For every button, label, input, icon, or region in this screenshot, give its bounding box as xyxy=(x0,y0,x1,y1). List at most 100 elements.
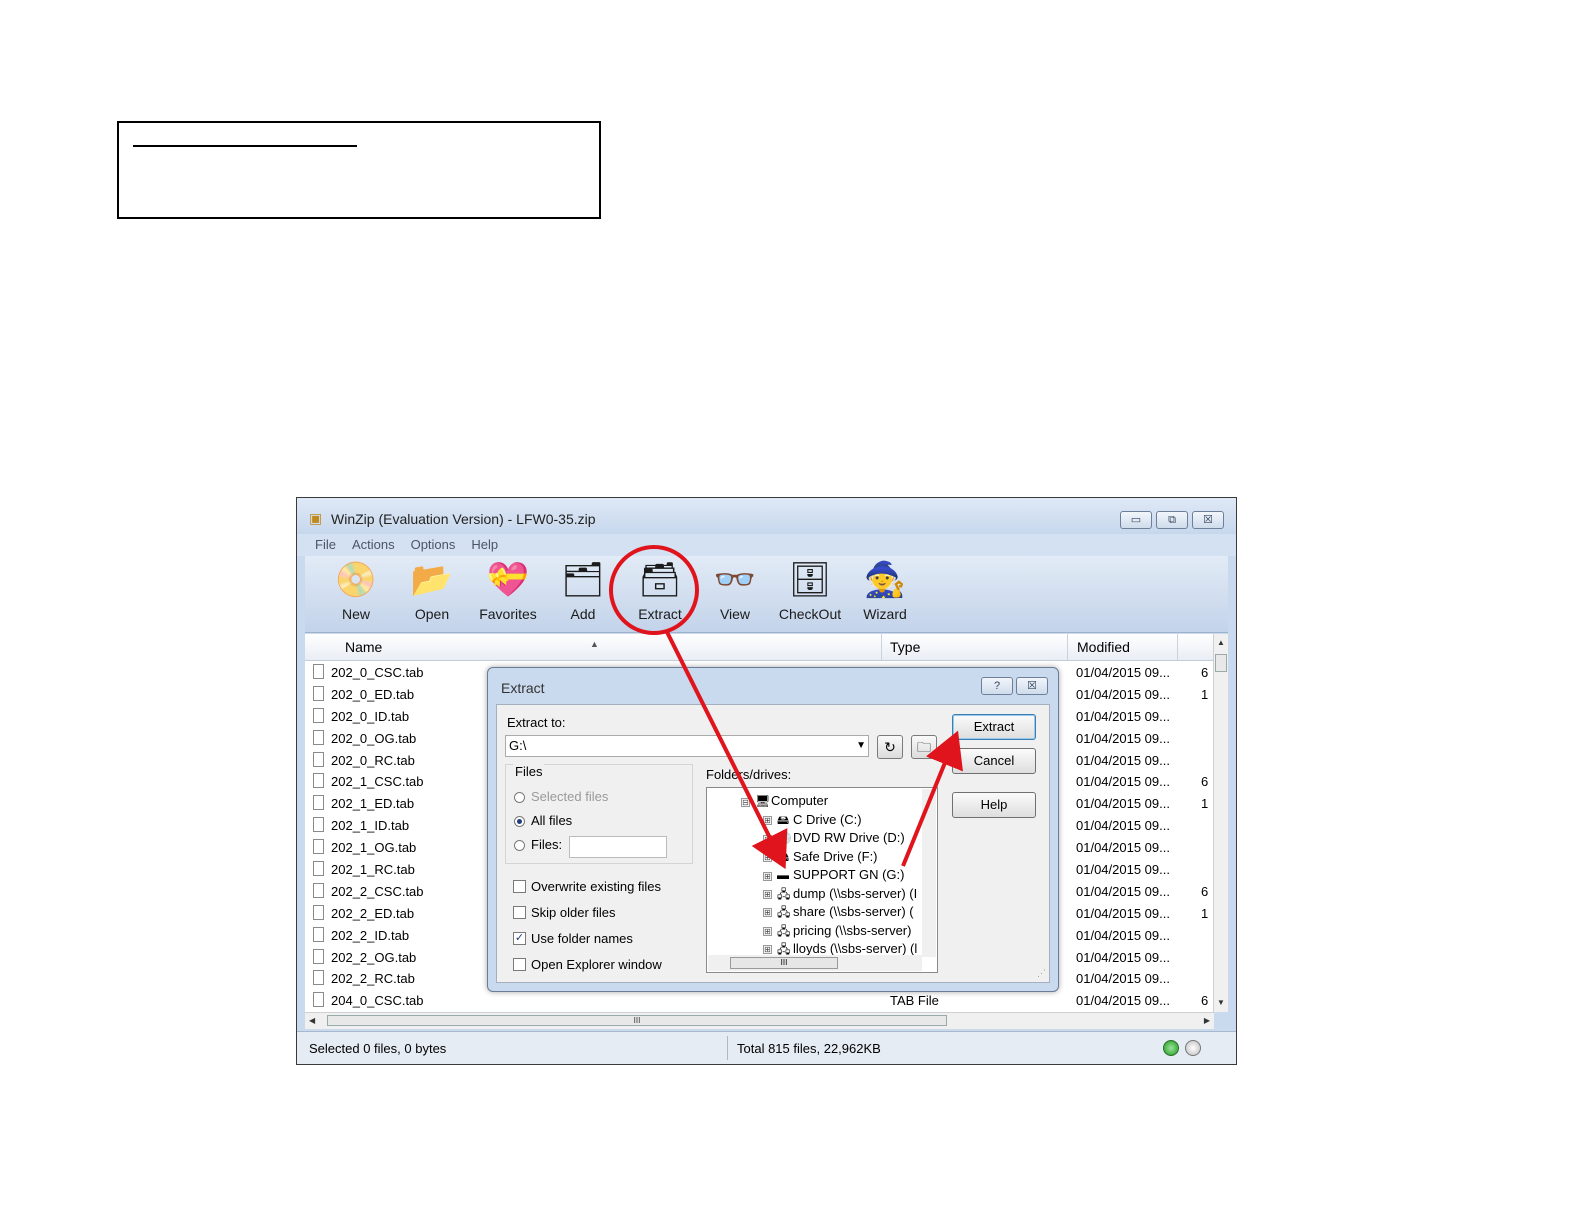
skip-older-label[interactable]: Skip older files xyxy=(531,905,616,920)
column-modified[interactable]: Modified xyxy=(1077,639,1130,655)
column-header: Name ▲ Type Modified xyxy=(305,634,1214,661)
column-type[interactable]: Type xyxy=(890,639,920,655)
open-archive-icon: 📂 xyxy=(410,561,454,599)
new-folder-button[interactable]: 🗀 xyxy=(911,735,937,759)
column-name[interactable]: Name xyxy=(345,639,382,655)
help-button[interactable]: Help xyxy=(952,792,1036,818)
tree-expander-icon[interactable]: ⊞ xyxy=(763,834,772,844)
tree-item-label: SUPPORT GN (G:) xyxy=(793,866,905,882)
extract-button[interactable]: Extract xyxy=(952,714,1036,740)
overwrite-label[interactable]: Overwrite existing files xyxy=(531,879,661,894)
all-files-radio[interactable] xyxy=(514,816,525,827)
all-files-label[interactable]: All files xyxy=(531,813,572,828)
file-icon xyxy=(313,926,324,942)
extract-path-value: G:\ xyxy=(509,738,527,753)
menu-file[interactable]: File xyxy=(315,534,336,556)
refresh-folder-button[interactable]: ↻ xyxy=(877,735,903,759)
menu-options[interactable]: Options xyxy=(411,534,456,556)
scroll-left-icon[interactable]: ◀ xyxy=(309,1013,315,1029)
file-icon xyxy=(313,948,324,964)
file-modified: 01/04/2015 09... xyxy=(1076,949,1170,965)
file-modified: 01/04/2015 09... xyxy=(1076,883,1170,899)
open-explorer-checkbox[interactable] xyxy=(513,958,526,971)
minimize-button[interactable]: ▭ xyxy=(1120,511,1152,529)
tree-expander-icon[interactable]: ⊞ xyxy=(763,816,772,826)
list-horizontal-scrollbar[interactable]: ◀ III ▶ xyxy=(305,1012,1214,1029)
scroll-thumb[interactable] xyxy=(1215,654,1227,672)
view-icon: 👓 xyxy=(713,561,757,599)
scroll-right-icon[interactable]: ▶ xyxy=(1204,1013,1210,1029)
files-filter-input[interactable] xyxy=(569,836,667,858)
tree-expander-icon[interactable]: ⊞ xyxy=(763,926,772,936)
tree-expander-icon[interactable]: ⊞ xyxy=(763,945,772,955)
file-modified: 01/04/2015 09... xyxy=(1076,971,1170,987)
close-button[interactable]: ☒ xyxy=(1192,511,1224,529)
checkout-icon: 🗄 xyxy=(788,561,832,599)
overwrite-checkbox[interactable] xyxy=(513,880,526,893)
file-size-partial: 1 xyxy=(1201,796,1209,812)
file-size-partial: 1 xyxy=(1201,686,1209,702)
tree-item[interactable]: ▬ SUPPORT GN (G:) xyxy=(777,867,904,882)
file-name: 202_1_ED.tab xyxy=(331,796,415,812)
file-name: 202_2_CSC.tab xyxy=(331,883,424,899)
file-icon xyxy=(313,904,324,920)
tree-item-label: share (\\sbs-server) ( xyxy=(793,904,914,920)
tree-expander-icon[interactable]: ⊞ xyxy=(763,908,772,918)
files-option-label[interactable]: Files: xyxy=(531,837,562,852)
toolbar-extract-button[interactable]: 🗃 Extract xyxy=(627,560,693,622)
tree-item[interactable]: 🖥Computer xyxy=(755,793,828,808)
tree-expander-icon[interactable]: ⊞ xyxy=(763,871,772,881)
scroll-down-icon[interactable]: ▼ xyxy=(1214,996,1228,1010)
tree-hscroll-thumb[interactable]: III xyxy=(730,957,838,969)
scroll-up-icon[interactable]: ▲ xyxy=(1214,636,1228,650)
file-modified: 01/04/2015 09... xyxy=(1076,840,1170,856)
file-icon xyxy=(313,685,324,701)
file-modified: 01/04/2015 09... xyxy=(1076,796,1170,812)
files-radio[interactable] xyxy=(514,840,525,851)
sort-ascending-icon: ▲ xyxy=(590,639,599,649)
resize-grip-icon[interactable]: ⋰ xyxy=(1037,968,1046,979)
selected-files-radio xyxy=(514,792,525,803)
status-green-light-icon xyxy=(1163,1040,1179,1056)
dialog-close-icon[interactable]: ☒ xyxy=(1016,677,1048,695)
toolbar-open-button[interactable]: 📂 Open xyxy=(399,560,465,622)
file-icon xyxy=(313,751,324,767)
file-name: 202_2_OG.tab xyxy=(331,949,417,965)
file-icon xyxy=(313,817,324,833)
tree-expander-icon[interactable]: ⊞ xyxy=(763,890,772,899)
toolbar-checkout-button[interactable]: 🗄 CheckOut xyxy=(777,560,843,622)
tree-item[interactable]: 💿DVD RW Drive (D:) xyxy=(777,830,905,845)
tree-item-label: Computer xyxy=(771,793,829,808)
tree-horizontal-scrollbar[interactable]: III xyxy=(708,955,922,971)
folders-drives-label: Folders/drives: xyxy=(706,767,792,782)
menu-actions[interactable]: Actions xyxy=(352,534,395,556)
open-explorer-label[interactable]: Open Explorer window xyxy=(531,957,662,972)
file-modified: 01/04/2015 09... xyxy=(1076,686,1170,702)
use-folder-names-checkbox[interactable]: ✓ xyxy=(513,932,526,945)
tree-item-label: Safe Drive (F:) xyxy=(793,849,878,865)
toolbar-new-button[interactable]: 📀 New xyxy=(323,560,389,622)
tree-vertical-scrollbar[interactable] xyxy=(922,789,936,957)
toolbar-view-button[interactable]: 👓 View xyxy=(702,560,768,622)
cancel-button[interactable]: Cancel xyxy=(952,748,1036,774)
extract-dialog: Extract ? ☒ Extract to: G:\ ▼ ↻ 🗀 Files … xyxy=(487,667,1059,992)
extract-path-combobox[interactable]: G:\ ▼ xyxy=(505,735,869,757)
file-modified: 01/04/2015 09... xyxy=(1076,927,1170,943)
winzip-app-icon: ▣ xyxy=(309,510,323,526)
new-archive-icon: 📀 xyxy=(334,561,378,599)
menu-help[interactable]: Help xyxy=(471,534,498,556)
use-folder-names-label[interactable]: Use folder names xyxy=(531,931,633,946)
tree-expander-icon[interactable]: ⊞ xyxy=(763,853,772,863)
skip-older-checkbox[interactable] xyxy=(513,906,526,919)
toolbar-add-button[interactable]: 🗂 Add xyxy=(550,560,616,622)
tree-expander-icon[interactable]: ⊟ xyxy=(741,798,750,807)
list-vertical-scrollbar[interactable]: ▲ ▼ xyxy=(1213,634,1228,1012)
table-row[interactable]: 204_0_CSC.tab TAB File 01/04/2015 09... 6 xyxy=(305,990,1214,1012)
file-icon xyxy=(313,773,324,789)
dialog-help-icon[interactable]: ? xyxy=(981,677,1013,695)
toolbar-favorites-button[interactable]: 💝 Favorites xyxy=(475,560,541,622)
hscroll-thumb[interactable]: III xyxy=(327,1015,947,1026)
maximize-button[interactable]: ⧉ xyxy=(1156,511,1188,529)
toolbar-wizard-button[interactable]: 🧙 Wizard xyxy=(852,560,918,622)
chevron-down-icon[interactable]: ▼ xyxy=(856,736,866,756)
